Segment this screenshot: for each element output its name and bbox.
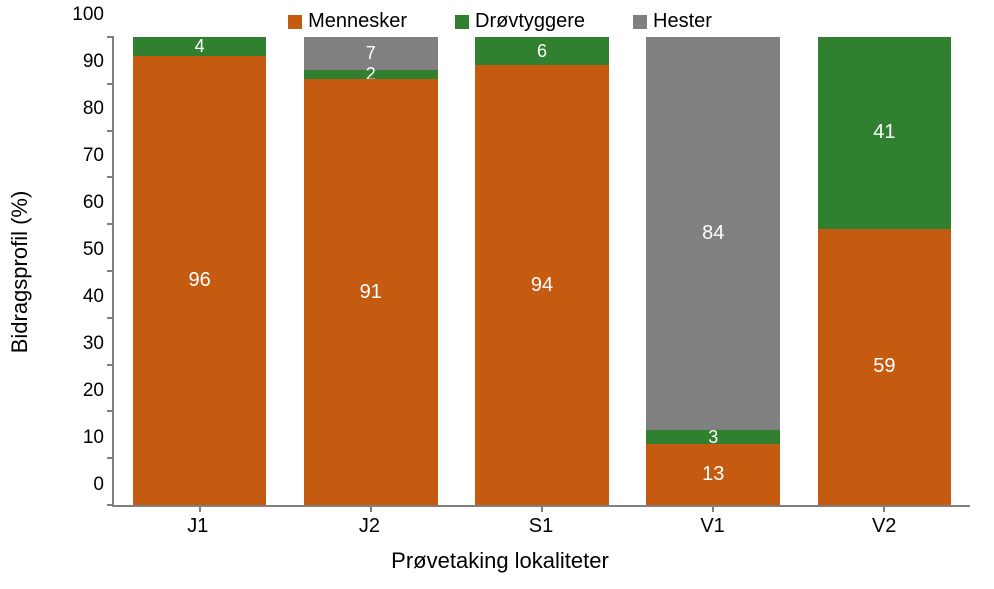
bar-segment: 59	[818, 229, 952, 505]
chart-container: Mennesker Drøvtyggere Hester Bidragsprofil…	[30, 10, 970, 570]
y-tick-mark	[107, 317, 114, 319]
stacked-bar: 5941	[818, 37, 952, 505]
y-tick-label: 60	[83, 192, 104, 214]
y-tick-label: 10	[83, 427, 104, 449]
y-tick-mark	[107, 223, 114, 225]
y-tick-label: 80	[83, 98, 104, 120]
y-tick-mark	[107, 130, 114, 132]
legend-item: Hester	[633, 10, 712, 33]
stacked-bar: 964	[133, 37, 267, 505]
y-tick-label: 90	[83, 51, 104, 73]
bars-row: 9649127946133845941	[114, 37, 970, 505]
y-tick-mark	[107, 176, 114, 178]
plot-row: Bidragsprofil (%) 0102030405060708090100…	[30, 37, 970, 507]
y-tick-label: 0	[93, 474, 104, 496]
bar-segment: 41	[818, 37, 952, 229]
legend-swatch	[288, 15, 302, 29]
plot-area: 9649127946133845941	[112, 37, 970, 507]
legend-label: Drøvtyggere	[475, 10, 585, 33]
legend-swatch	[455, 15, 469, 29]
y-axis-ticks: 0102030405060708090100	[66, 37, 112, 507]
stacked-bar: 946	[475, 37, 609, 505]
x-tick-label: V1	[627, 515, 799, 538]
x-tick-label: J1	[112, 515, 284, 538]
y-tick-mark	[107, 457, 114, 459]
bar-slot: 5941	[799, 37, 970, 505]
x-tick-label: S1	[455, 515, 627, 538]
bar-segment: 4	[133, 37, 267, 56]
legend-item: Mennesker	[288, 10, 407, 33]
y-tick-mark	[107, 410, 114, 412]
bar-segment: 6	[475, 37, 609, 65]
bar-segment: 13	[646, 444, 780, 505]
legend-item: Drøvtyggere	[455, 10, 585, 33]
y-tick-label: 100	[72, 4, 104, 26]
x-tick-mark	[712, 505, 714, 512]
y-tick-label: 40	[83, 286, 104, 308]
x-tick-mark	[370, 505, 372, 512]
x-tick-mark	[541, 505, 543, 512]
legend-label: Mennesker	[308, 10, 407, 33]
bar-segment: 84	[646, 37, 780, 430]
legend-label: Hester	[653, 10, 712, 33]
bar-segment: 3	[646, 430, 780, 444]
bar-segment: 91	[304, 79, 438, 505]
bar-slot: 946	[456, 37, 627, 505]
y-tick-label: 20	[83, 380, 104, 402]
y-tick-mark	[107, 83, 114, 85]
bar-segment: 94	[475, 65, 609, 505]
y-tick-mark	[107, 364, 114, 366]
x-tick-label: V2	[798, 515, 970, 538]
y-tick-mark	[107, 504, 114, 506]
y-tick-mark	[107, 36, 114, 38]
stacked-bar: 9127	[304, 37, 438, 505]
x-axis-label: Prøvetaking lokaliteter	[30, 548, 970, 574]
legend-swatch	[633, 15, 647, 29]
legend: Mennesker Drøvtyggere Hester	[30, 10, 970, 33]
bar-slot: 964	[114, 37, 285, 505]
y-tick-label: 30	[83, 333, 104, 355]
x-tick-mark	[883, 505, 885, 512]
y-tick-mark	[107, 270, 114, 272]
bar-slot: 13384	[628, 37, 799, 505]
bar-slot: 9127	[285, 37, 456, 505]
bar-segment: 2	[304, 70, 438, 79]
y-tick-label: 50	[83, 239, 104, 261]
bar-segment: 96	[133, 56, 267, 505]
y-tick-label: 70	[83, 145, 104, 167]
x-axis-ticks: J1J2S1V1V2	[112, 515, 970, 538]
x-tick-label: J2	[284, 515, 456, 538]
x-tick-mark	[199, 505, 201, 512]
y-axis-label: Bidragsprofil (%)	[7, 191, 33, 354]
y-axis-label-column: Bidragsprofil (%)	[30, 37, 66, 507]
stacked-bar: 13384	[646, 37, 780, 505]
